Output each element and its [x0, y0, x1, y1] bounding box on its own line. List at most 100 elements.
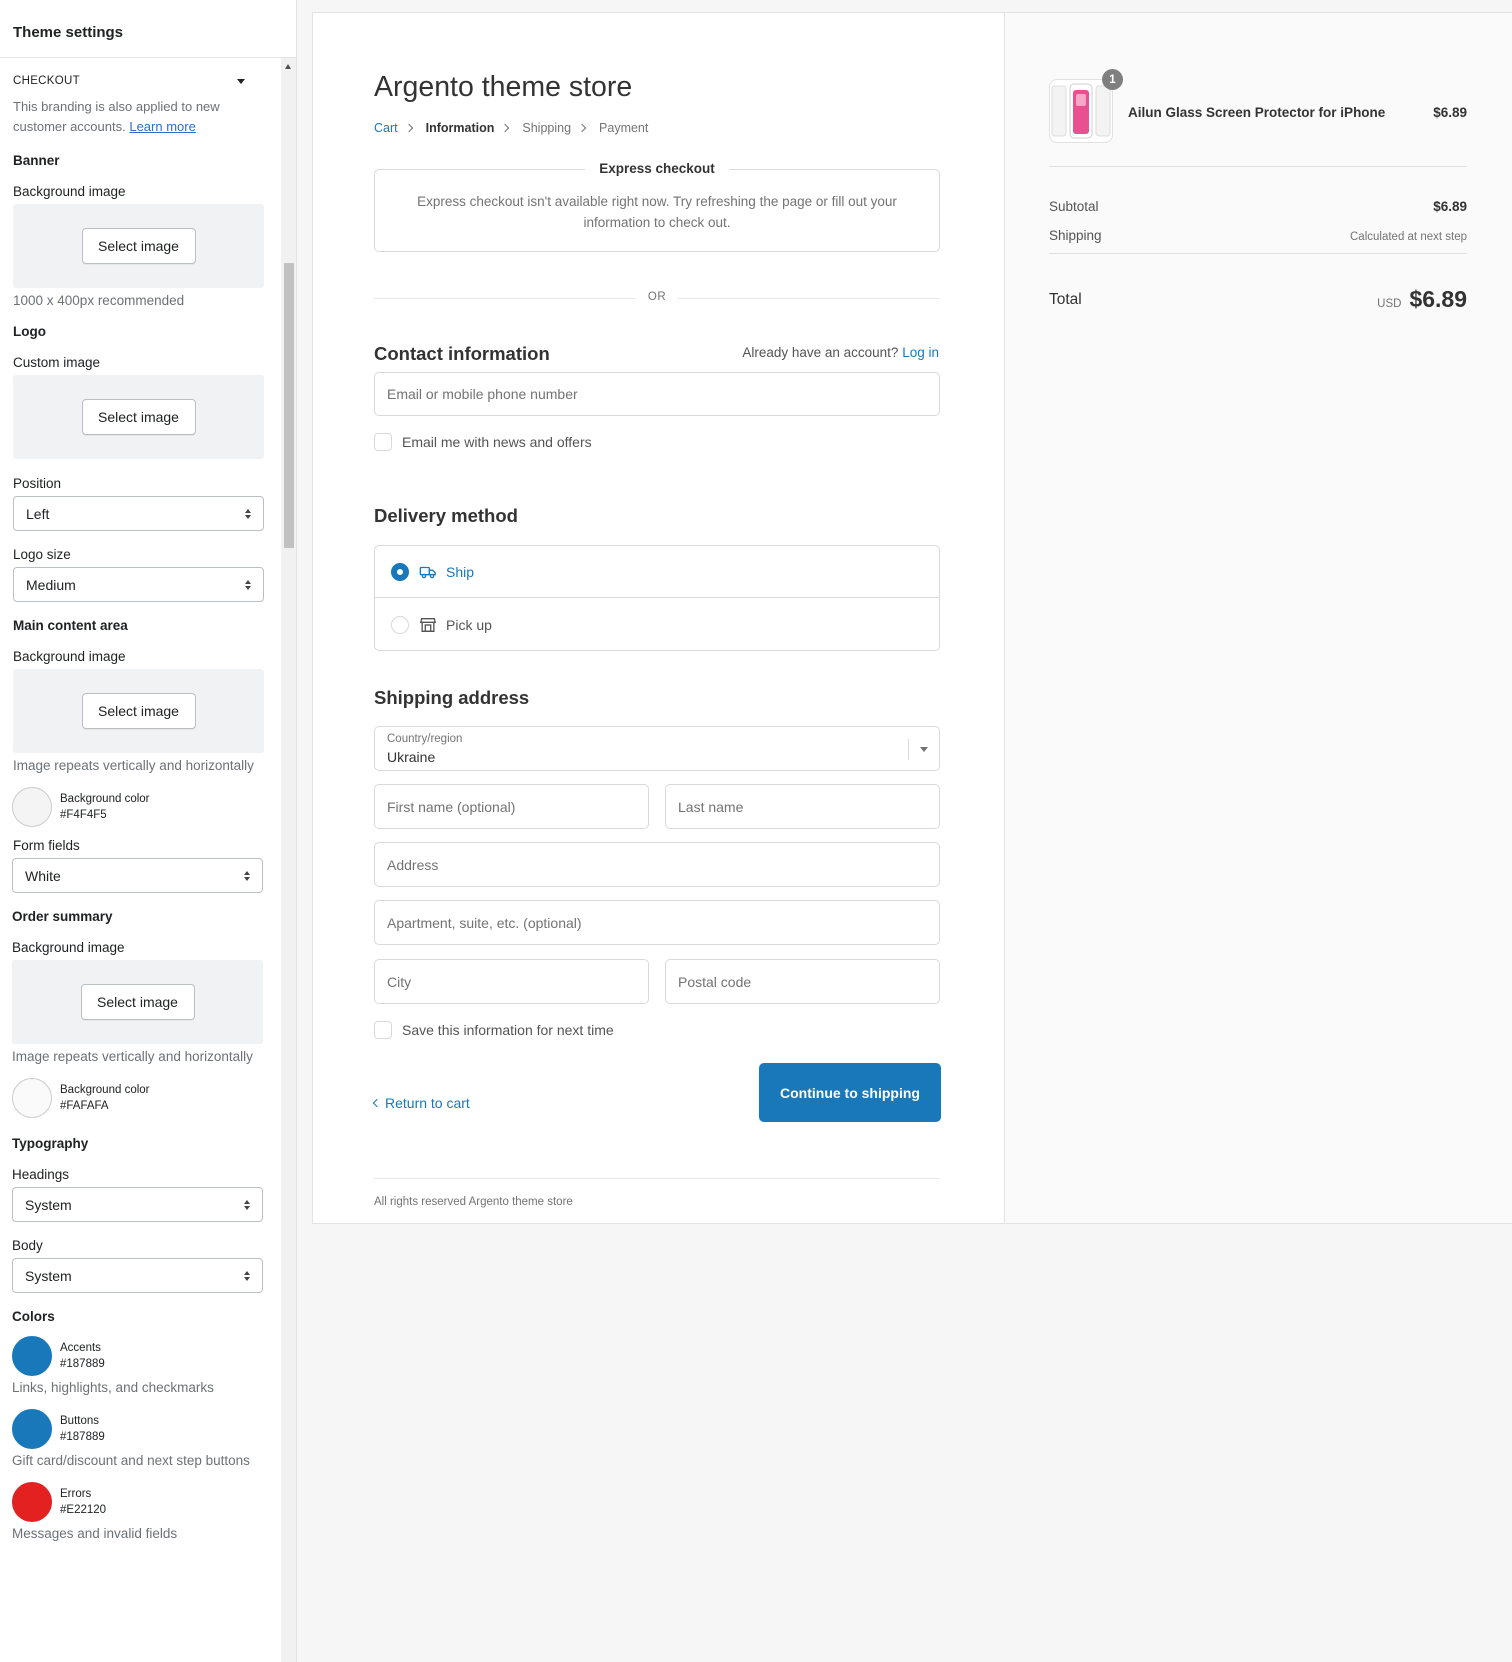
color-label: Errors [60, 1488, 92, 1500]
banner-select-image-button[interactable]: Select image [81, 228, 196, 264]
store-icon [419, 618, 437, 632]
main-content-color-text: Background color #F4F4F5 [60, 791, 150, 823]
learn-more-link[interactable]: Learn more [129, 119, 195, 134]
sidebar-title: Theme settings [0, 0, 296, 58]
main-content-select-image-button[interactable]: Select image [81, 693, 196, 729]
address-field[interactable]: Address [374, 842, 940, 887]
shipping-row: Shipping Calculated at next step [1049, 228, 1467, 243]
color-value: #187889 [60, 1358, 105, 1370]
errors-color-swatch[interactable] [12, 1482, 52, 1522]
total-label: Total [1049, 290, 1082, 308]
footer-divider [374, 1178, 940, 1179]
store-title[interactable]: Argento theme store [374, 71, 632, 104]
sidebar-scroll-area[interactable]: CHECKOUT This branding is also applied t… [0, 58, 281, 1662]
quantity-badge: 1 [1102, 69, 1123, 90]
logo-heading: Logo [13, 324, 46, 339]
form-fields-label: Form fields [13, 838, 80, 853]
pickup-radio[interactable] [391, 616, 409, 634]
delivery-method-options: Ship Pick up [374, 545, 940, 651]
errors-color-row[interactable]: Errors #E22120 [0, 1482, 281, 1522]
return-to-cart-link[interactable]: Return to cart [372, 1095, 470, 1111]
summary-divider [1049, 166, 1467, 167]
body-font-label: Body [12, 1238, 43, 1253]
breadcrumb-cart[interactable]: Cart [374, 121, 398, 135]
last-name-field[interactable]: Last name [665, 784, 940, 829]
color-value: #F4F4F5 [60, 809, 107, 821]
ship-radio[interactable] [391, 562, 409, 581]
return-to-cart-label: Return to cart [385, 1095, 470, 1111]
main-content-image-dropzone: Select image [13, 669, 264, 753]
footer-text: All rights reserved Argento theme store [374, 1196, 573, 1208]
chevron-down-icon [920, 747, 928, 752]
divider-line [678, 298, 940, 299]
banner-heading: Banner [13, 153, 60, 168]
express-checkout-box: Express checkout Express checkout isn't … [374, 161, 940, 252]
order-summary-heading: Order summary [12, 909, 113, 924]
logo-position-select[interactable]: Left [13, 496, 264, 531]
accents-color-row[interactable]: Accents #187889 [0, 1336, 281, 1376]
main-content-color-row[interactable]: Background color #F4F4F5 [0, 787, 281, 827]
or-text: OR [647, 291, 667, 303]
postal-code-field[interactable]: Postal code [665, 959, 940, 1004]
shipping-value: Calculated at next step [1350, 231, 1467, 243]
chevron-left-icon [372, 1098, 382, 1108]
news-checkbox[interactable] [374, 433, 392, 451]
buttons-help: Gift card/discount and next step buttons [12, 1453, 250, 1468]
phone-product-image [1051, 83, 1111, 139]
country-value: Ukraine [387, 749, 436, 765]
headings-font-select[interactable]: System [12, 1187, 263, 1222]
theme-settings-sidebar: Theme settings CHECKOUT This branding is… [0, 0, 297, 1662]
express-checkout-message: Express checkout isn't available right n… [417, 194, 897, 230]
logo-size-label: Logo size [13, 547, 71, 562]
sidebar-scrollbar[interactable] [281, 58, 296, 1662]
chevron-right-icon [404, 123, 413, 133]
accents-color-text: Accents #187889 [60, 1340, 105, 1372]
accents-color-swatch[interactable] [12, 1336, 52, 1376]
save-info-checkbox-row[interactable]: Save this information for next time [374, 1021, 614, 1039]
order-summary-select-image-button[interactable]: Select image [80, 984, 195, 1020]
breadcrumb-payment: Payment [599, 121, 649, 135]
scrollbar-thumb[interactable] [284, 263, 294, 548]
save-info-checkbox[interactable] [374, 1021, 392, 1039]
logo-select-image-button[interactable]: Select image [81, 399, 196, 435]
first-name-field[interactable]: First name (optional) [374, 784, 649, 829]
main-content-color-swatch[interactable] [12, 787, 52, 827]
headings-font-label: Headings [12, 1167, 70, 1182]
body-font-select[interactable]: System [12, 1258, 263, 1293]
form-fields-select[interactable]: White [12, 858, 263, 893]
checkout-section-toggle[interactable]: CHECKOUT [0, 58, 281, 87]
chevron-right-icon [501, 123, 510, 133]
order-summary-color-row[interactable]: Background color #FAFAFA [0, 1078, 281, 1118]
logo-size-select[interactable]: Medium [13, 567, 264, 602]
continue-to-shipping-button[interactable]: Continue to shipping [759, 1063, 941, 1122]
news-checkbox-row[interactable]: Email me with news and offers [374, 433, 592, 451]
total-row: Total USD $6.89 [1049, 286, 1467, 313]
city-field[interactable]: City [374, 959, 649, 1004]
logo-position-label: Position [13, 476, 62, 491]
order-summary: 1 Ailun Glass Screen Protector for iPhon… [1005, 13, 1512, 1223]
color-value: #FAFAFA [60, 1100, 109, 1112]
select-arrows-icon [244, 870, 250, 881]
order-summary-image-dropzone: Select image [12, 960, 263, 1044]
email-field[interactable]: Email or mobile phone number [374, 372, 940, 416]
country-select[interactable]: Country/region Ukraine [374, 726, 940, 771]
truck-icon [419, 566, 436, 578]
buttons-color-swatch[interactable] [12, 1409, 52, 1449]
order-summary-color-swatch[interactable] [12, 1078, 52, 1118]
order-summary-bg-label: Background image [12, 940, 125, 955]
color-label: Background color [60, 1084, 150, 1096]
buttons-color-row[interactable]: Buttons #187889 [0, 1409, 281, 1449]
login-link[interactable]: Log in [902, 345, 939, 360]
delivery-option-ship[interactable]: Ship [375, 546, 939, 598]
apartment-field[interactable]: Apartment, suite, etc. (optional) [374, 900, 940, 945]
total-value: $6.89 [1409, 286, 1467, 312]
product-name: Ailun Glass Screen Protector for iPhone [1128, 105, 1386, 120]
shipping-label: Shipping [1049, 228, 1102, 243]
color-label: Accents [60, 1342, 101, 1354]
country-label: Country/region [387, 733, 463, 745]
product-price: $6.89 [1433, 105, 1467, 120]
delivery-option-pickup[interactable]: Pick up [375, 599, 939, 651]
chevron-right-icon [577, 123, 587, 133]
scroll-up-arrow-icon[interactable] [285, 64, 291, 69]
breadcrumb-shipping: Shipping [522, 121, 572, 135]
